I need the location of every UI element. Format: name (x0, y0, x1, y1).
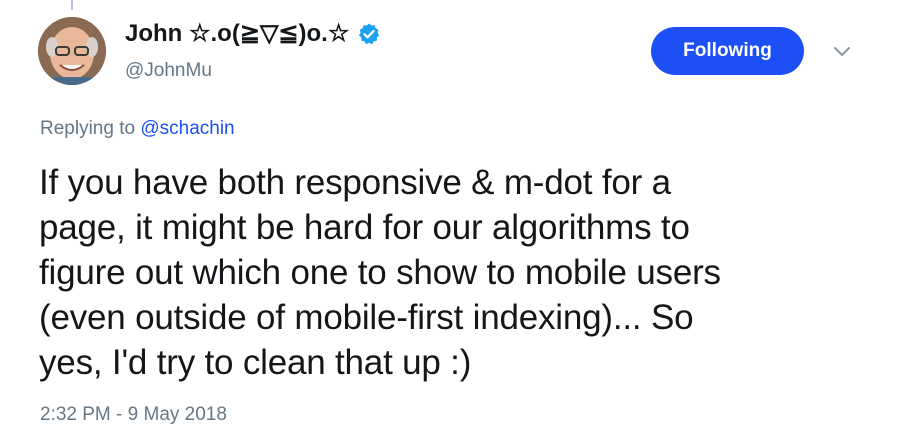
replying-to-row: Replying to @schachin (40, 118, 235, 140)
reply-mention-link[interactable]: @schachin (140, 118, 234, 139)
avatar[interactable] (38, 17, 106, 85)
tweet-text-line: yes, I'd try to clean that up :) (39, 343, 472, 382)
tweet-text: If you have both responsive & m-dot for … (39, 160, 859, 385)
author-display-name[interactable]: John ☆.o(≧▽≦)o.☆ (125, 19, 349, 48)
replying-to-label: Replying to (40, 118, 141, 139)
author-name-row: John ☆.o(≧▽≦)o.☆ (125, 19, 381, 48)
chevron-down-icon[interactable] (832, 44, 852, 58)
author-handle[interactable]: @JohnMu (125, 60, 212, 82)
thread-connector-line (71, 0, 73, 10)
tweet-timestamp[interactable]: 2:32 PM - 9 May 2018 (40, 404, 227, 426)
tweet-text-line: If you have both responsive & m-dot for … (39, 163, 671, 202)
verified-badge-icon (357, 22, 381, 46)
following-button[interactable]: Following (651, 27, 804, 75)
tweet-text-line: (even outside of mobile-first indexing).… (39, 298, 694, 337)
tweet-text-line: page, it might be hard for our algorithm… (39, 208, 690, 247)
avatar-image (38, 17, 106, 85)
tweet-text-line: figure out which one to show to mobile u… (39, 253, 721, 292)
